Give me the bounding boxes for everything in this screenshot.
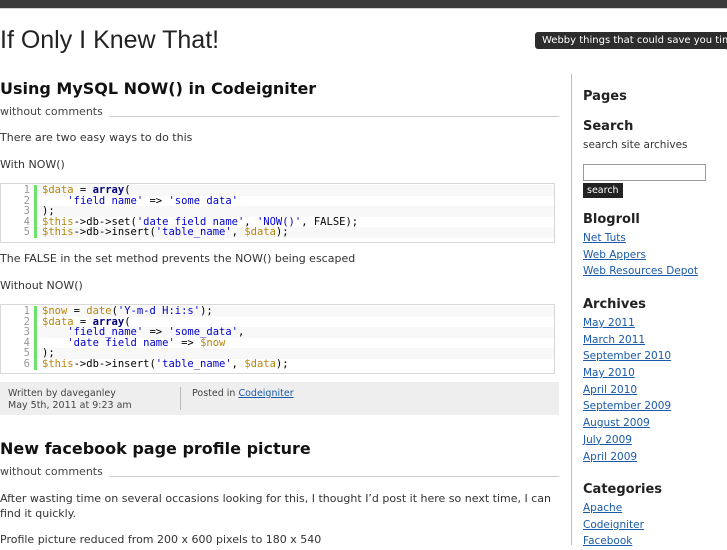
category-link[interactable]: Codeigniter (238, 388, 293, 399)
search-title: Search (583, 119, 634, 134)
category-link[interactable]: Facebook (583, 535, 632, 547)
post-paragraph: Without NOW() (0, 279, 83, 292)
blogroll-link[interactable]: Web Resources Depot (583, 265, 698, 277)
list-item: April 2009 (583, 449, 671, 466)
code-block-with-now: 1 $data = array(2 'field_name' => 'some_d… (0, 183, 555, 243)
list-item: Web Resources Depot (583, 263, 698, 280)
meta-divider (180, 387, 181, 410)
post-title[interactable]: Using MySQL NOW() in Codeigniter (0, 79, 316, 98)
code-line: 4 'date_field_name' => $now (1, 337, 554, 349)
list-item: May 2011 (583, 315, 671, 332)
post-comments-line: without comments (0, 105, 559, 119)
category-link[interactable]: Codeigniter (583, 519, 644, 531)
comments-count[interactable]: without comments (0, 465, 109, 478)
post-author-date: Written by daveganley May 5th, 2011 at 9… (8, 388, 132, 412)
category-link[interactable]: Apache (583, 502, 622, 514)
blogroll-link[interactable]: Net Tuts (583, 232, 626, 244)
archive-link[interactable]: April 2010 (583, 384, 637, 396)
post-category: Posted in Codeigniter (192, 388, 294, 399)
post-paragraph: The FALSE in the set method prevents the… (0, 252, 356, 265)
comments-count[interactable]: without comments (0, 105, 109, 118)
archive-link[interactable]: August 2009 (583, 417, 650, 429)
code-line-number: 1 (23, 305, 30, 317)
archive-link[interactable]: September 2009 (583, 400, 671, 412)
list-item: Apache (583, 500, 644, 517)
categories-title: Categories (583, 482, 663, 497)
post-title[interactable]: New facebook page profile picture (0, 439, 311, 458)
archive-link[interactable]: July 2009 (583, 434, 632, 446)
archive-link[interactable]: April 2009 (583, 451, 637, 463)
blogroll-list: Net Tuts Web Appers Web Resources Depot (583, 230, 698, 280)
post-comments-line: without comments (0, 465, 559, 479)
sidebar: Pages Search search site archives search… (583, 0, 727, 547)
code-line: 2 'field_name' => 'some_data' (1, 195, 554, 207)
sidebar-divider (571, 74, 572, 545)
archive-link[interactable]: March 2011 (583, 334, 645, 346)
post-paragraph: After wasting time on several occasions … (0, 492, 551, 520)
main-content: Using MySQL NOW() in Codeigniter without… (0, 0, 559, 546)
code-line-number: 6 (23, 357, 30, 370)
code-line-text: 'date_field_name' => $now (34, 337, 554, 349)
post-author: Written by daveganley (8, 388, 116, 399)
code-line: 5 $this->db->insert('table_name', $data); (1, 227, 554, 238)
posted-in-label: Posted in (192, 388, 236, 399)
archives-title: Archives (583, 297, 646, 312)
archives-list: May 2011 March 2011 September 2010 May 2010… (583, 315, 671, 465)
list-item: Facebook (583, 533, 644, 550)
search-input[interactable] (583, 164, 706, 181)
blogroll-title: Blogroll (583, 212, 640, 227)
list-item: September 2009 (583, 398, 671, 415)
search-button[interactable]: search (583, 183, 623, 198)
list-item: September 2010 (583, 348, 671, 365)
comments-divider (100, 116, 559, 117)
code-line-number: 5 (23, 226, 30, 239)
post-meta: Written by daveganley May 5th, 2011 at 9… (0, 382, 559, 415)
categories-list: Apache Codeigniter Facebook (583, 500, 644, 550)
code-line-text: $this->db->insert('table_name', $data); (34, 359, 554, 370)
search-description: search site archives (583, 139, 688, 151)
archive-link[interactable]: September 2010 (583, 350, 671, 362)
post-paragraph: There are two easy ways to do this (0, 131, 193, 144)
blogroll-link[interactable]: Web Appers (583, 249, 646, 261)
code-line-number: 1 (23, 184, 30, 196)
post-paragraph: With NOW() (0, 158, 65, 171)
code-line-text: 'field_name' => 'some_data' (34, 195, 554, 207)
list-item: July 2009 (583, 432, 671, 449)
list-item: May 2010 (583, 365, 671, 382)
archive-link[interactable]: May 2011 (583, 317, 635, 329)
list-item: Codeigniter (583, 517, 644, 534)
code-line-text: $this->db->insert('table_name', $data); (34, 227, 554, 238)
code-block-without-now: 1 $now = date('Y-m-d H:i:s'); 2 $data = arr… (0, 304, 555, 374)
archive-link[interactable]: May 2010 (583, 367, 635, 379)
list-item: April 2010 (583, 382, 671, 399)
post-date: May 5th, 2011 at 9:23 am (8, 400, 132, 411)
code-line: 6 $this->db->insert('table_name', $data); (1, 359, 554, 370)
list-item: March 2011 (583, 332, 671, 349)
list-item: Web Appers (583, 247, 698, 264)
comments-divider (100, 476, 559, 477)
pages-title: Pages (583, 89, 627, 104)
list-item: Net Tuts (583, 230, 698, 247)
list-item: August 2009 (583, 415, 671, 432)
